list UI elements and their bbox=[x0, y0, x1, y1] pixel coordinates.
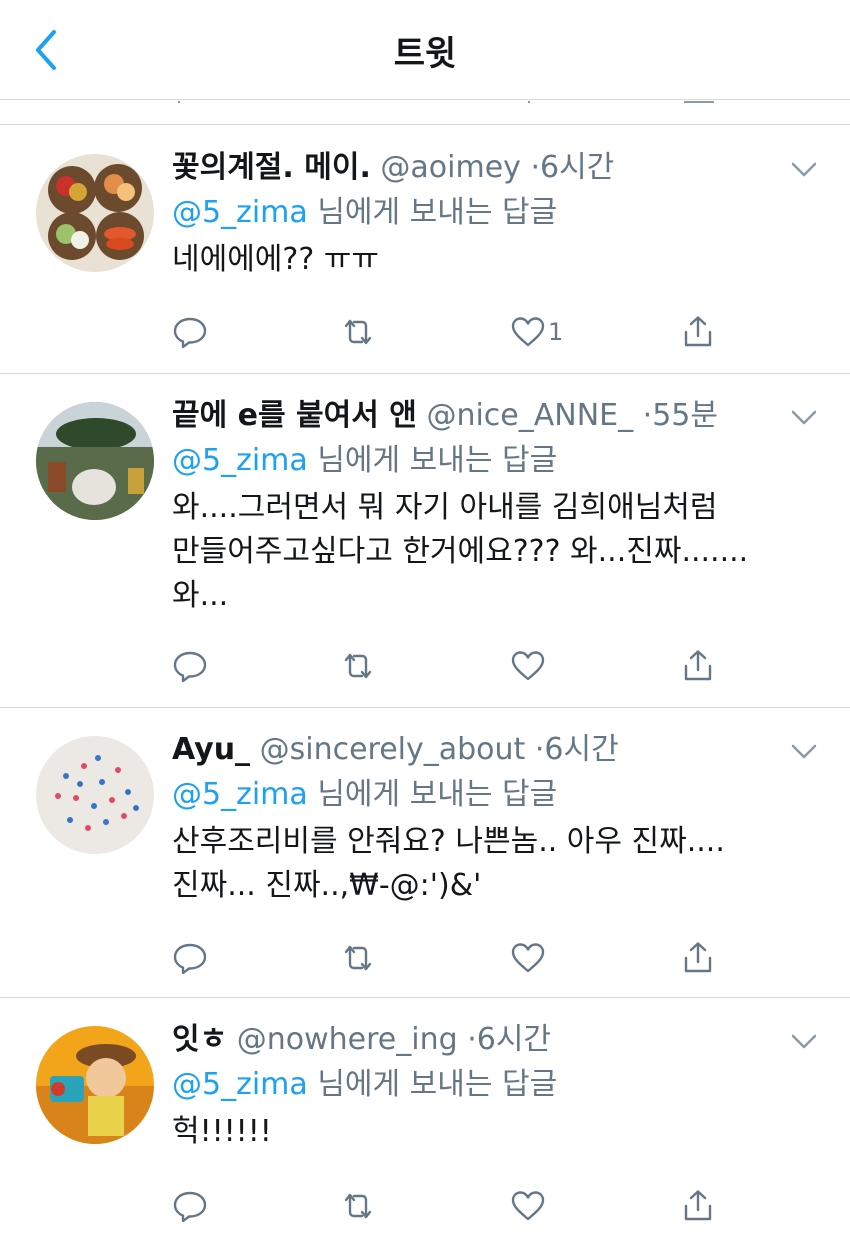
tweet-menu-button[interactable] bbox=[784, 1022, 824, 1062]
fruit-basket-avatar-image bbox=[36, 154, 154, 272]
separator-dot: · bbox=[530, 150, 540, 185]
like-count: 1 bbox=[548, 318, 564, 346]
reply-button[interactable] bbox=[172, 938, 208, 978]
reply-context: @5_zima 님에게 보내는 답글 bbox=[172, 772, 790, 818]
avatar[interactable] bbox=[36, 154, 154, 272]
page-title: 트윗 bbox=[393, 34, 457, 74]
share-button[interactable] bbox=[680, 938, 716, 978]
tweet-item[interactable]: 끝에 e를 붙여서 앤 @nice_ANNE_ ·55분 @5_zima 님에게… bbox=[0, 374, 850, 708]
mention-link[interactable]: @5_zima bbox=[172, 777, 308, 812]
like-button[interactable] bbox=[510, 1186, 548, 1226]
display-name[interactable]: 잇ㅎ bbox=[172, 1022, 227, 1057]
tweet-header: 잇ㅎ @nowhere_ing ·6시간 bbox=[172, 1018, 790, 1062]
reply-context-label: 님에게 보내는 답글 bbox=[307, 777, 558, 812]
share-icon bbox=[684, 650, 712, 681]
heart-icon bbox=[511, 317, 545, 347]
tweet-text: 산후조리비를 안줘요? 나쁜놈.. 아우 진짜.... 진짜... 진짜..,₩… bbox=[172, 824, 725, 903]
share-button[interactable] bbox=[680, 646, 716, 686]
username[interactable]: @nowhere_ing bbox=[237, 1022, 458, 1057]
username[interactable]: @sincerely_about bbox=[260, 732, 526, 767]
avatar[interactable] bbox=[36, 1026, 154, 1144]
tweet-header: 끝에 e를 붙여서 앤 @nice_ANNE_ ·55분 bbox=[172, 394, 790, 438]
reply-context: @5_zima 님에게 보내는 답글 bbox=[172, 1062, 790, 1108]
mention-link[interactable]: @5_zima bbox=[172, 443, 308, 478]
retweet-button[interactable] bbox=[340, 938, 376, 978]
reply-icon bbox=[173, 1191, 207, 1223]
tweet-text: 헉!!!!!! bbox=[172, 1114, 272, 1149]
reply-button[interactable] bbox=[172, 1186, 208, 1226]
like-button[interactable] bbox=[510, 646, 548, 686]
display-name[interactable]: 꽃의계절. 메이. bbox=[172, 150, 371, 185]
reply-context-label: 님에게 보내는 답글 bbox=[307, 1067, 558, 1102]
tweet-item[interactable]: Ayu_ @sincerely_about ·6시간 @5_zima 님에게 보… bbox=[0, 708, 850, 998]
share-button[interactable] bbox=[680, 312, 716, 352]
reply-button[interactable] bbox=[172, 646, 208, 686]
beads-avatar-image bbox=[36, 736, 154, 854]
tweet-header: Ayu_ @sincerely_about ·6시간 bbox=[172, 728, 790, 772]
top-bar: 트윗 bbox=[0, 0, 850, 100]
avatar[interactable] bbox=[36, 402, 154, 520]
timestamp[interactable]: 55분 bbox=[652, 398, 718, 433]
tweet-header: 꽃의계절. 메이. @aoimey ·6시간 bbox=[172, 146, 790, 190]
tweet-menu-button[interactable] bbox=[784, 732, 824, 772]
reply-icon bbox=[173, 943, 207, 975]
display-name[interactable]: 끝에 e를 붙여서 앤 bbox=[172, 398, 417, 433]
heart-icon bbox=[511, 651, 545, 681]
retweet-button[interactable] bbox=[340, 646, 376, 686]
retweet-icon bbox=[344, 1193, 372, 1219]
tweet-menu-button[interactable] bbox=[784, 150, 824, 190]
separator-dot: · bbox=[534, 732, 545, 767]
chevron-down-icon bbox=[791, 162, 817, 177]
mention-link[interactable]: @5_zima bbox=[172, 195, 308, 230]
separator-dot: · bbox=[467, 1022, 477, 1057]
reply-button[interactable] bbox=[172, 312, 208, 352]
retweet-icon bbox=[344, 945, 372, 971]
retweet-icon bbox=[344, 653, 372, 679]
chevron-down-icon bbox=[791, 744, 817, 759]
username[interactable]: @aoimey bbox=[380, 150, 521, 185]
reply-icon bbox=[173, 651, 207, 683]
tweet-item[interactable]: 꽃의계절. 메이. @aoimey ·6시간 @5_zima 님에게 보내는 답… bbox=[0, 126, 850, 374]
chevron-down-icon bbox=[791, 1034, 817, 1049]
like-button[interactable]: 1 bbox=[510, 312, 563, 352]
reply-icon bbox=[173, 317, 207, 349]
tweet-actions: 1 bbox=[172, 312, 732, 352]
tweet-item[interactable]: 잇ㅎ @nowhere_ing ·6시간 @5_zima 님에게 보내는 답글 … bbox=[0, 998, 850, 1241]
retweet-button[interactable] bbox=[340, 1186, 376, 1226]
separator-dot: · bbox=[642, 398, 653, 433]
chevron-down-icon bbox=[791, 410, 817, 425]
toy-cowboy-avatar-image bbox=[36, 1026, 154, 1144]
tweet-text: 와....그러면서 뭐 자기 아내를 김희애님처럼 만들어주고싶다고 한거에요?… bbox=[172, 490, 749, 613]
tweet-text: 네에에에?? ㅠㅠ bbox=[172, 242, 379, 277]
share-button[interactable] bbox=[680, 1186, 716, 1226]
timestamp[interactable]: 6시간 bbox=[544, 732, 618, 767]
tweet-menu-button[interactable] bbox=[784, 398, 824, 438]
retweet-button[interactable] bbox=[340, 312, 376, 352]
tweet-actions bbox=[172, 1186, 732, 1226]
like-button[interactable] bbox=[510, 938, 548, 978]
display-name[interactable]: Ayu_ bbox=[172, 732, 250, 767]
reply-context: @5_zima 님에게 보내는 답글 bbox=[172, 190, 790, 236]
heart-icon bbox=[511, 1191, 545, 1221]
mention-link[interactable]: @5_zima bbox=[172, 1067, 308, 1102]
garden-dog-avatar-image bbox=[36, 402, 154, 520]
tweet-actions bbox=[172, 938, 732, 978]
reply-context-label: 님에게 보내는 답글 bbox=[307, 195, 558, 230]
share-icon bbox=[684, 942, 712, 973]
share-icon bbox=[684, 1190, 712, 1221]
avatar[interactable] bbox=[36, 736, 154, 854]
timestamp[interactable]: 6시간 bbox=[477, 1022, 551, 1057]
heart-icon bbox=[511, 943, 545, 973]
timestamp[interactable]: 6시간 bbox=[540, 150, 614, 185]
tweet-actions bbox=[172, 646, 732, 686]
share-icon bbox=[684, 316, 712, 347]
reply-context-label: 님에게 보내는 답글 bbox=[307, 443, 558, 478]
username[interactable]: @nice_ANNE_ bbox=[426, 398, 633, 433]
retweet-icon bbox=[344, 319, 372, 345]
previous-tweet-actions-stub bbox=[0, 101, 850, 125]
reply-context: @5_zima 님에게 보내는 답글 bbox=[172, 438, 790, 484]
